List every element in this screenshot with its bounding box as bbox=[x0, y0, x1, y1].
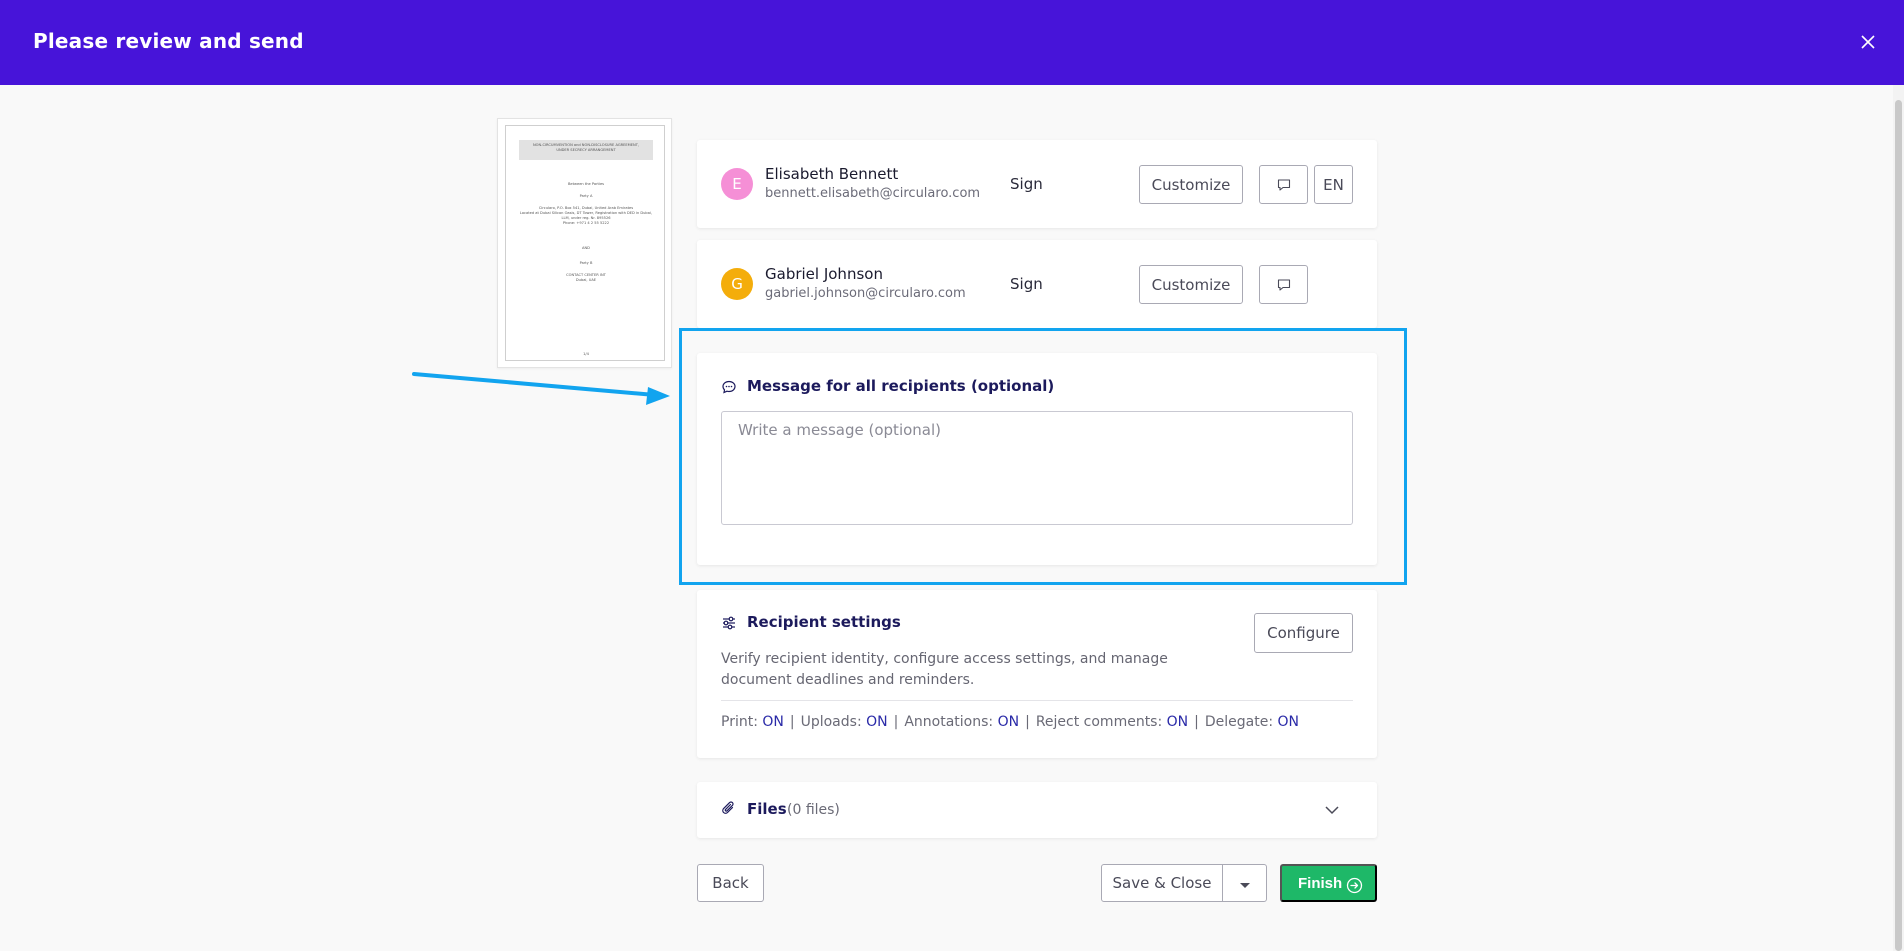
customize-button[interactable]: Customize bbox=[1139, 165, 1243, 204]
recipient-email: gabriel.johnson@circularo.com bbox=[765, 286, 966, 301]
back-button[interactable]: Back bbox=[697, 864, 764, 902]
finish-button[interactable]: Finish bbox=[1280, 864, 1377, 902]
files-count: (0 files) bbox=[787, 802, 840, 818]
settings-title: Recipient settings bbox=[747, 613, 901, 631]
caret-down-icon bbox=[1239, 883, 1250, 888]
divider bbox=[721, 700, 1353, 701]
recipient-email: bennett.elisabeth@circularo.com bbox=[765, 186, 981, 201]
doc-line: Party B bbox=[579, 261, 593, 265]
status-value: ON bbox=[866, 714, 888, 730]
doc-line: Phone: +971 4 2 55 5222 bbox=[562, 221, 610, 225]
customize-button[interactable]: Customize bbox=[1139, 265, 1243, 304]
finish-label: Finish bbox=[1298, 875, 1343, 892]
highlight-box bbox=[679, 328, 1407, 585]
settings-description: Verify recipient identity, configure acc… bbox=[721, 651, 1168, 688]
document-page-preview: NON-CIRCUMVENTION and NON-DISCLOSURE AGR… bbox=[505, 125, 665, 361]
status-value: ON bbox=[997, 714, 1020, 730]
doc-line: AND bbox=[582, 246, 590, 250]
arrow-circle-right-icon bbox=[1346, 877, 1363, 894]
settings-status-line: Print: ON | Uploads: ON | Annotations: ON | Re… bbox=[721, 714, 1300, 730]
doc-page-number: 1/4 bbox=[583, 352, 589, 356]
status-label: Print: bbox=[721, 714, 758, 730]
configure-button[interactable]: Configure bbox=[1254, 613, 1353, 653]
files-title: Files bbox=[747, 800, 787, 818]
chevron-down-icon[interactable] bbox=[1324, 804, 1340, 816]
document-thumbnail[interactable]: NON-CIRCUMVENTION and NON-DISCLOSURE AGR… bbox=[497, 118, 672, 368]
comment-icon bbox=[1277, 278, 1290, 291]
close-icon[interactable] bbox=[1856, 30, 1880, 54]
paperclip-icon bbox=[722, 801, 734, 814]
comment-button[interactable] bbox=[1259, 165, 1308, 204]
status-label: Annotations: bbox=[904, 714, 994, 730]
status-value: ON bbox=[1277, 714, 1300, 730]
sliders-icon bbox=[723, 616, 735, 630]
doc-line: Between the Parties bbox=[567, 182, 605, 186]
page-title: Please review and send bbox=[33, 29, 304, 53]
doc-line: Party A bbox=[579, 194, 593, 198]
recipient-name: Elisabeth Bennett bbox=[765, 165, 899, 183]
status-label: Uploads: bbox=[800, 714, 862, 730]
avatar: G bbox=[721, 268, 753, 300]
files-section[interactable]: Files (0 files) bbox=[697, 782, 1377, 838]
avatar: E bbox=[721, 168, 753, 200]
comment-button[interactable] bbox=[1259, 265, 1308, 304]
scrollbar-thumb[interactable] bbox=[1895, 100, 1902, 951]
status-value: ON bbox=[762, 714, 784, 730]
language-button[interactable]: EN bbox=[1314, 165, 1353, 204]
recipient-card: G Gabriel Johnson gabriel.johnson@circul… bbox=[697, 240, 1377, 328]
comment-icon bbox=[1277, 178, 1290, 191]
save-options-dropdown[interactable] bbox=[1222, 864, 1267, 902]
status-label: Reject comments: bbox=[1035, 714, 1163, 730]
save-close-button[interactable]: Save & Close bbox=[1101, 864, 1223, 902]
recipient-settings-section: Recipient settings Verify recipient iden… bbox=[697, 590, 1377, 758]
status-label: Delegate: bbox=[1204, 714, 1274, 730]
recipient-card: E Elisabeth Bennett bennett.elisabeth@ci… bbox=[697, 140, 1377, 228]
recipient-role[interactable]: Sign bbox=[1010, 175, 1043, 193]
recipient-role[interactable]: Sign bbox=[1010, 275, 1043, 293]
arrow-annotation bbox=[412, 372, 670, 405]
recipient-name: Gabriel Johnson bbox=[765, 265, 883, 283]
doc-line: UNDER SECRECY ARRANGEMENT bbox=[556, 148, 616, 152]
doc-line: Dubai, UAE bbox=[575, 278, 597, 282]
status-value: ON bbox=[1166, 714, 1189, 730]
header-bar: Please review and send bbox=[0, 0, 1904, 85]
